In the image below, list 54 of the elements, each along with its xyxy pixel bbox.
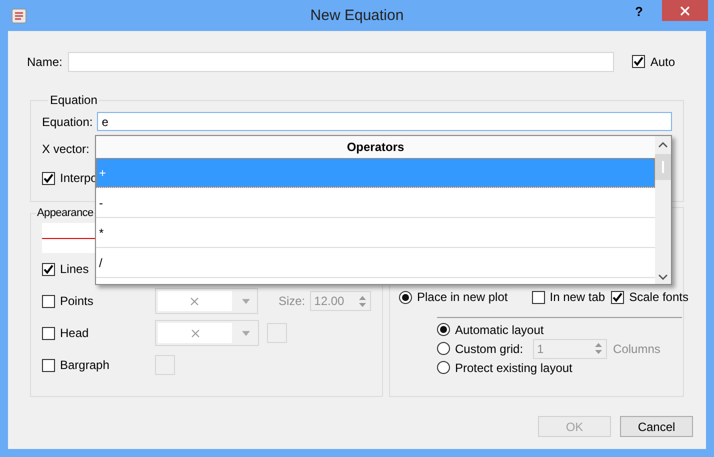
group-title: Equation [49,93,98,107]
close-button[interactable] [662,0,708,21]
name-label: Name: [27,54,62,68]
equation-label: Equation: [42,114,93,128]
size-label: Size: [278,294,306,308]
scroll-up-icon[interactable] [658,142,668,148]
group-title: Appearance [36,207,94,219]
columns-label: Columns [613,342,660,356]
x-marker-icon [190,328,200,338]
checkbox-label: Points [60,294,94,308]
equation-field[interactable]: e [96,112,672,131]
cancel-button[interactable]: Cancel [620,416,693,437]
column-header: Operators [96,136,655,158]
color-swatch[interactable] [155,355,175,375]
checkbox[interactable] [42,358,55,372]
radio-label: Automatic layout [455,322,544,336]
radio-button[interactable] [437,361,450,374]
name-field[interactable] [68,52,614,72]
checkbox-label: Lines [60,262,89,276]
dropdown-arrow-icon [242,330,250,336]
app-icon [11,8,27,24]
radio-button[interactable] [399,290,412,304]
checkbox[interactable] [532,290,545,304]
radio-label: Custom grid: [455,342,524,356]
checkbox[interactable] [632,55,646,68]
radio-button[interactable] [437,323,450,336]
spin-arrows-icon [594,342,604,355]
dropdown-arrow-icon [242,298,250,304]
radio-label: Place in new plot [417,290,508,304]
checkbox-label: Auto [650,54,676,68]
checkbox-label: Bargraph [60,358,110,372]
operator-item[interactable]: - [96,188,655,218]
scrollbar-thumb[interactable] [655,154,671,180]
window-title: New Equation [310,7,404,24]
checkbox-label: Head [60,326,89,340]
checkbox[interactable] [611,290,624,304]
scrollbar[interactable] [655,136,671,284]
radio-button[interactable] [437,342,450,355]
radio-label: Protect existing layout [455,360,572,374]
operator-item[interactable]: * [96,218,655,248]
checkbox[interactable] [42,326,55,340]
scroll-down-icon[interactable] [658,274,668,280]
help-button[interactable]: ? [626,2,652,22]
close-icon [680,6,690,16]
spin-arrows-icon [358,294,367,308]
checkbox[interactable] [42,294,55,308]
x-vector-label: X vector: [42,142,90,156]
operator-item[interactable]: / [96,248,655,278]
color-swatch[interactable] [267,323,287,343]
checkbox-label: In new tab [550,290,606,304]
checkbox-label: Scale fonts [629,290,688,304]
checkbox[interactable] [42,172,55,184]
x-marker-icon [190,296,200,306]
checkbox[interactable] [42,262,55,276]
